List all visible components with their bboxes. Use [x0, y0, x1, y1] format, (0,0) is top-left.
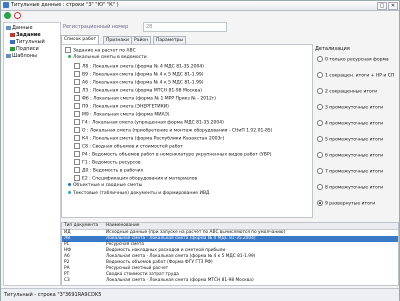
- tree-item[interactable]: В9 : Локальная смета (форма № 4 к 5 МДС …: [74, 71, 204, 78]
- sidebar-item-templates[interactable]: Шаблоны: [6, 53, 37, 59]
- radio-icon[interactable]: [317, 136, 323, 142]
- main-panel: Регистрационный номер 28 Список работ Пр…: [61, 22, 399, 286]
- tree-item[interactable]: Текстовые (табличные) документы и формир…: [68, 191, 209, 196]
- tree-item[interactable]: Л8 : Локальная смета (форма № 4 МДС 81-3…: [74, 63, 204, 70]
- status-icon: [68, 191, 71, 194]
- sidebar-item-data[interactable]: Данные: [6, 25, 33, 31]
- toolbar: [1, 11, 399, 20]
- tree-item[interactable]: Е2 : Спецификация оборудования и материа…: [74, 175, 197, 182]
- detail-option[interactable]: 3 промежуточные итоги: [317, 104, 383, 111]
- checkbox[interactable]: [74, 159, 80, 165]
- radio-icon[interactable]: [317, 168, 323, 174]
- status-bar: Титульный - строка "3" 3691RA9CDK5: [1, 288, 399, 301]
- tree-item[interactable]: П9 : Локальная смета (ЭНЕРГЕТИКИ): [74, 103, 169, 110]
- tree-item[interactable]: О : Локальная смета (приобретение и монт…: [74, 127, 272, 134]
- tree-item[interactable]: М9 : Локальная смета (форма МИАЭ): [74, 111, 170, 118]
- checkbox[interactable]: [74, 167, 80, 173]
- checkbox[interactable]: [74, 119, 80, 125]
- cancel-icon[interactable]: [14, 12, 21, 19]
- work-list-tree: Задание на расчет по АВС Локальные сметы…: [61, 44, 313, 218]
- table-header: Тип документа Наименование: [62, 223, 398, 230]
- folder-icon: [6, 25, 11, 30]
- detail-option[interactable]: 1 сокращен. итоги + НР и СП: [317, 72, 394, 79]
- tree-item[interactable]: Задание на расчет по АВС: [65, 47, 136, 54]
- close-button[interactable]: ✕: [388, 2, 398, 10]
- column-header[interactable]: Тип документа: [64, 223, 98, 229]
- confirm-icon[interactable]: [4, 12, 11, 19]
- navigation-tree: Данные Задание Титульный Подписи Шаблоны: [3, 22, 61, 286]
- window-title: Титульные данные : строки "3" "Ю" "К" ): [11, 2, 119, 8]
- tree-item[interactable]: ЛЗ : Локальная смета (форма МТСН 81-98 М…: [74, 87, 202, 94]
- radio-icon[interactable]: [317, 72, 323, 78]
- checkbox[interactable]: [74, 95, 80, 101]
- detail-option[interactable]: 7 промежуточные итоги: [317, 168, 383, 175]
- tree-item[interactable]: Р4 : Ведомость объемов работ в номенклат…: [74, 151, 271, 158]
- detail-panel: Детализация 0 только ресурсная форма 1 с…: [315, 46, 395, 216]
- checkbox[interactable]: [74, 111, 80, 117]
- radio-icon[interactable]: [317, 200, 323, 206]
- status-icon: [68, 55, 71, 58]
- tree-item[interactable]: Г4 : Локальная смета (упрощенная форма М…: [74, 119, 224, 126]
- detail-option[interactable]: 5 промежуточные итоги: [317, 136, 383, 143]
- tree-item[interactable]: К4 : Локальная смета (форма Республики К…: [74, 135, 224, 142]
- radio-icon[interactable]: [317, 56, 323, 62]
- checkbox[interactable]: [74, 71, 80, 77]
- tab-work-list[interactable]: Список работ: [61, 35, 100, 44]
- reg-number-input[interactable]: 28: [143, 22, 227, 32]
- task-icon: [10, 32, 15, 37]
- checkbox[interactable]: [74, 79, 80, 85]
- sidebar-item-title[interactable]: Титульный: [10, 39, 45, 45]
- tree-item[interactable]: Д0 : Ведомость в рабочих: [74, 167, 143, 174]
- detail-option[interactable]: 6 промежуточные итоги: [317, 152, 383, 159]
- sidebar-item-task[interactable]: Задание: [10, 32, 41, 38]
- column-header[interactable]: Наименование: [106, 223, 139, 229]
- detail-option[interactable]: 2 сокращенные итоги: [317, 88, 377, 95]
- detail-option[interactable]: 0 только ресурсная форма: [317, 56, 389, 63]
- checkbox[interactable]: [74, 143, 80, 149]
- title-bar: Титульные данные : строки "3" "Ю" "К" ) …: [1, 1, 399, 11]
- detail-option[interactable]: 4 промежуточные итоги: [317, 120, 383, 127]
- status-icon: [68, 183, 71, 186]
- tree-item[interactable]: А6 : Локальная смета (форма № 4 к 5 МДС …: [74, 79, 203, 86]
- folder-icon: [6, 53, 11, 58]
- checkbox[interactable]: [74, 135, 80, 141]
- tree-item[interactable]: Локальные сметы в ведомости: [68, 55, 147, 60]
- checkbox[interactable]: [74, 151, 80, 157]
- reg-number-label: Регистрационный номер: [63, 24, 129, 30]
- checkbox[interactable]: [65, 47, 71, 53]
- radio-icon[interactable]: [317, 152, 323, 158]
- checkbox[interactable]: [74, 175, 80, 181]
- detail-option[interactable]: 9 развернутые итоги: [317, 200, 375, 207]
- maximize-button[interactable]: □: [377, 2, 387, 10]
- app-icon: [3, 2, 9, 8]
- document-grid: Тип документа Наименование ИД Исходные да…: [61, 222, 399, 286]
- radio-icon[interactable]: [317, 184, 323, 190]
- tab-region[interactable]: Район: [131, 36, 152, 44]
- signature-icon: [10, 46, 15, 51]
- table-row[interactable]: С3 Локальная смета · Локальная смета (фор…: [62, 278, 398, 284]
- tree-item[interactable]: Объектные и сводные сметы: [68, 183, 142, 188]
- status-code: 3691RA9CDK5: [65, 292, 102, 298]
- detail-option[interactable]: 8 промежуточные итоги: [317, 184, 383, 191]
- checkbox[interactable]: [74, 63, 80, 69]
- tab-attributes[interactable]: Признаки: [103, 36, 132, 44]
- radio-icon[interactable]: [317, 120, 323, 126]
- checkbox[interactable]: [74, 87, 80, 93]
- app-window: Титульные данные : строки "3" "Ю" "К" ) …: [0, 0, 400, 301]
- status-text: Титульный - строка "3": [4, 292, 66, 298]
- tree-item[interactable]: Г1 : Ведомость ресурсов: [74, 159, 141, 166]
- tab-parameters[interactable]: Параметры: [153, 36, 186, 44]
- radio-icon[interactable]: [317, 88, 323, 94]
- detail-label: Детализация: [315, 46, 350, 52]
- sidebar-item-signatures[interactable]: Подписи: [10, 46, 39, 52]
- checkbox[interactable]: [74, 103, 80, 109]
- radio-icon[interactable]: [317, 104, 323, 110]
- tree-item[interactable]: С8 : Сводная объемов и стоимостей работ: [74, 143, 183, 150]
- tree-item[interactable]: Ф6 : Локальная смета (форма № 1 МРР Прик…: [74, 95, 216, 102]
- document-icon: [10, 39, 15, 44]
- checkbox[interactable]: [74, 127, 80, 133]
